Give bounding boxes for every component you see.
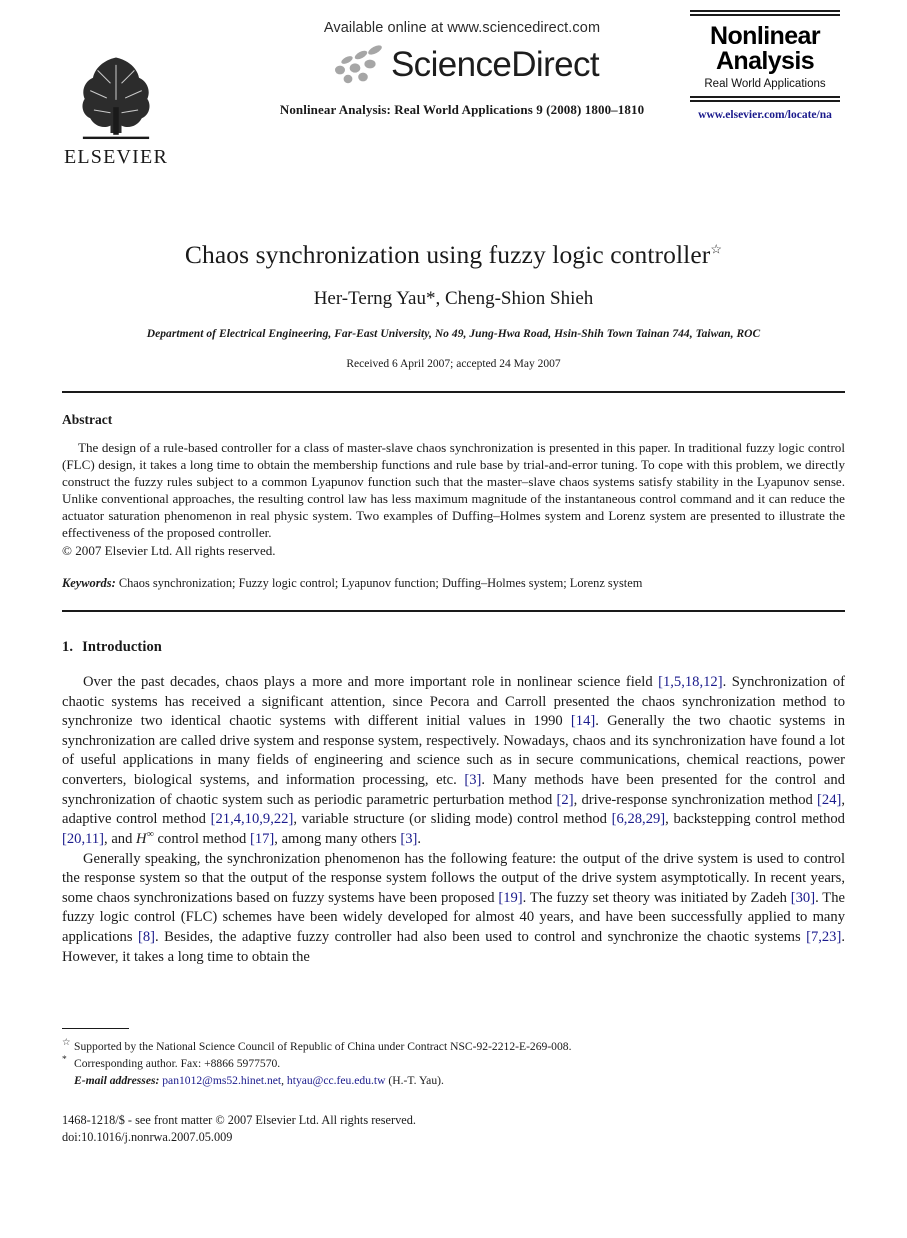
intro-paragraph-2: Generally speaking, the synchronization … (62, 850, 845, 965)
rule-above-abstract (62, 390, 845, 393)
journal-logo-subtitle: Real World Applications (704, 78, 826, 90)
section-heading-introduction: 1. Introduction (62, 639, 845, 656)
title-block: Chaos synchronization using fuzzy logic … (62, 240, 845, 370)
citation-link[interactable]: [30] (791, 890, 815, 906)
sciencedirect-block: Available online at www.sciencedirect.co… (247, 20, 677, 118)
section-number: 1. (62, 638, 74, 655)
available-online-text: Available online at www.sciencedirect.co… (323, 20, 601, 36)
keywords-label: Keywords: (62, 575, 116, 590)
footnote-funding-text: Supported by the National Science Counci… (74, 1040, 572, 1053)
email-addresses-label: E-mail addresses: (74, 1074, 160, 1088)
abstract-copyright: © 2007 Elsevier Ltd. All rights reserved… (62, 542, 276, 558)
imprint-block: 1468-1218/$ - see front matter © 2007 El… (62, 1112, 416, 1147)
title-footnote-marker[interactable]: ☆ (710, 242, 722, 257)
journal-logo-rule-bottom (690, 96, 840, 102)
page-title: Chaos synchronization using fuzzy logic … (62, 240, 845, 271)
math-superscript: ∞ (146, 829, 154, 841)
intro-paragraph-1: Over the past decades, chaos plays a mor… (62, 673, 846, 847)
citation-link[interactable]: [3] (400, 831, 417, 847)
elsevier-wordmark: ELSEVIER (63, 146, 169, 168)
doi-line: doi:10.1016/j.nonrwa.2007.05.009 (62, 1130, 233, 1145)
article-page: ELSEVIER Available online at www.science… (0, 0, 907, 1238)
paper-title-text: Chaos synchronization using fuzzy logic … (184, 240, 711, 269)
footnotes: ☆ Supported by the National Science Counc… (62, 1028, 845, 1089)
issn-copyright-line: 1468-1218/$ - see front matter © 2007 El… (62, 1113, 416, 1127)
journal-logo: Nonlinear Analysis Real World Applicatio… (685, 10, 845, 121)
math-symbol: H (136, 830, 147, 847)
journal-logo-title-line1: Nonlinear (710, 22, 821, 50)
sciencedirect-dots-icon (334, 45, 382, 84)
citation-link[interactable]: [6,28,29] (612, 811, 666, 827)
citation-link[interactable]: [8] (138, 929, 155, 945)
footnote-corresponding-text: Corresponding author. Fax: +8866 5977570… (74, 1057, 281, 1071)
email-author-suffix: (H.-T. Yau). (385, 1074, 444, 1088)
citation-link[interactable]: [14] (571, 713, 595, 729)
abstract-section: Abstract The design of a rule-based cont… (62, 412, 845, 591)
journal-logo-title-line2: Analysis (715, 46, 815, 75)
affiliation: Department of Electrical Engineering, Fa… (146, 327, 761, 340)
abstract-heading: Abstract (62, 411, 113, 427)
citation-link[interactable]: [24] (817, 792, 841, 808)
author-list: Her-Terng Yau*, Cheng-Shion Shieh (313, 287, 594, 309)
journal-logo-rule-top (690, 10, 840, 16)
sciencedirect-logo: ScienceDirect (247, 42, 677, 86)
citation-link[interactable]: [19] (498, 890, 522, 906)
elsevier-logo: ELSEVIER (62, 52, 170, 169)
masthead: ELSEVIER Available online at www.science… (62, 0, 845, 212)
citation-link[interactable]: [2] (557, 792, 574, 808)
journal-url-link[interactable]: www.elsevier.com/locate/na (685, 109, 845, 121)
received-dates: Received 6 April 2007; accepted 24 May 2… (346, 357, 561, 370)
keywords-values: Chaos synchronization; Fuzzy logic contr… (118, 575, 643, 590)
abstract-text: The design of a rule-based controller fo… (62, 439, 845, 540)
citation-link[interactable]: [20,11] (62, 831, 104, 847)
citation-link[interactable]: [3] (464, 772, 481, 788)
citation-link[interactable]: [17] (250, 831, 274, 847)
footnote-funding: ☆ Supported by the National Science Counc… (62, 1038, 572, 1053)
email-link-1[interactable]: pan1012@ms52.hinet.net (162, 1074, 281, 1087)
section-title: Introduction (82, 638, 162, 655)
rule-below-keywords (62, 609, 845, 612)
citation-link[interactable]: [1,5,18,12] (658, 674, 722, 690)
elsevier-tree-icon (82, 57, 150, 140)
citation-link[interactable]: [7,23] (806, 929, 841, 945)
journal-reference: Nonlinear Analysis: Real World Applicati… (279, 102, 645, 117)
footnote-separator-rule (62, 1028, 129, 1029)
footnote-corresponding: * Corresponding author. Fax: +8866 597757… (62, 1055, 281, 1071)
keywords-line: Keywords: Chaos synchronization; Fuzzy l… (62, 575, 845, 591)
sciencedirect-wordmark: ScienceDirect (390, 44, 600, 84)
email-link-2[interactable]: htyau@cc.feu.edu.tw (287, 1074, 386, 1087)
citation-link[interactable]: [21,4,10,9,22] (211, 811, 294, 827)
footnote-emails: E-mail addresses: pan1012@ms52.hinet.net… (62, 1072, 845, 1089)
